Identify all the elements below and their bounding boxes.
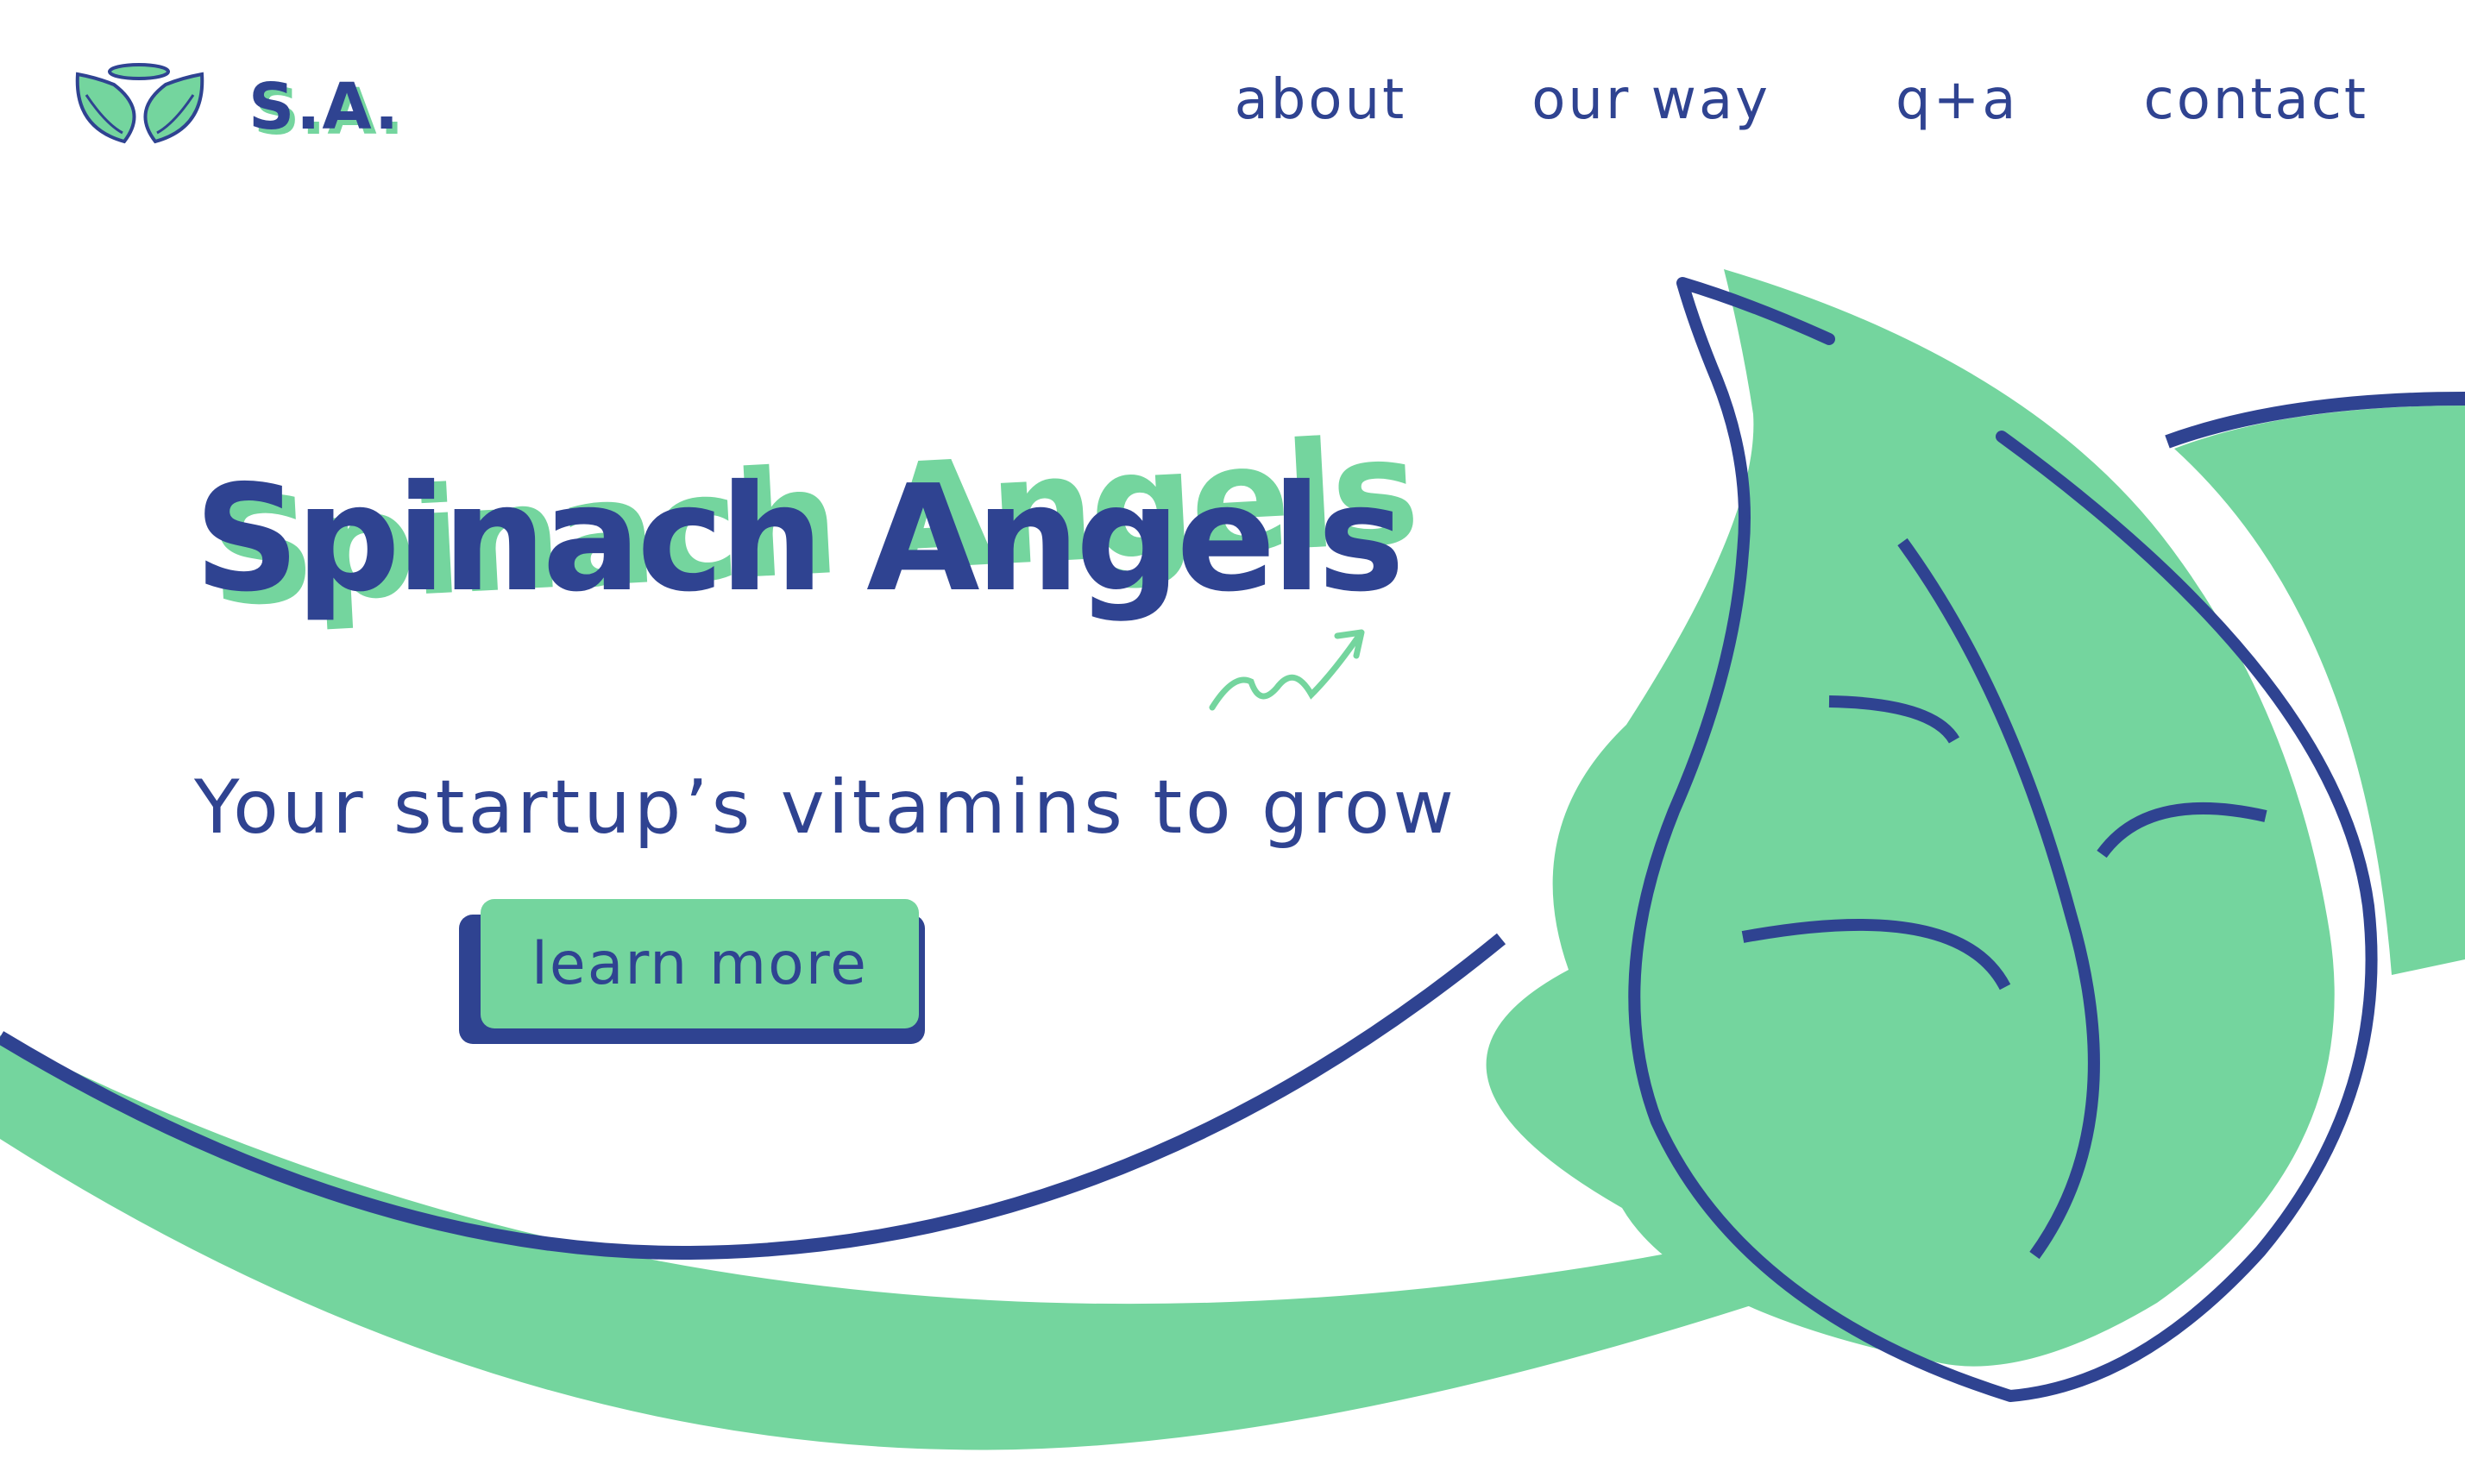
main-nav: about our way q+a contact [1110, 66, 2368, 135]
angel-leaves-icon [75, 63, 204, 144]
hero-tagline: Your startup’s vitamins to grow [194, 764, 1458, 851]
brand-name: S.A. [248, 70, 401, 144]
nav-about[interactable]: about [1235, 66, 1407, 135]
nav-contact[interactable]: contact [2144, 66, 2369, 135]
growth-arrow-icon [1209, 629, 1365, 711]
cta-container: learn more [459, 899, 925, 1044]
learn-more-button[interactable]: learn more [481, 899, 919, 1028]
hero-title: Spinach Angels Spinach Angels [194, 406, 1418, 652]
nav-our-way[interactable]: our way [1531, 66, 1770, 135]
background-illustration [0, 269, 2465, 1450]
brand-logo[interactable]: S.A. [71, 59, 400, 155]
nav-qa[interactable]: q+a [1896, 66, 2018, 135]
hero-title-text: Spinach Angels [194, 454, 1405, 626]
